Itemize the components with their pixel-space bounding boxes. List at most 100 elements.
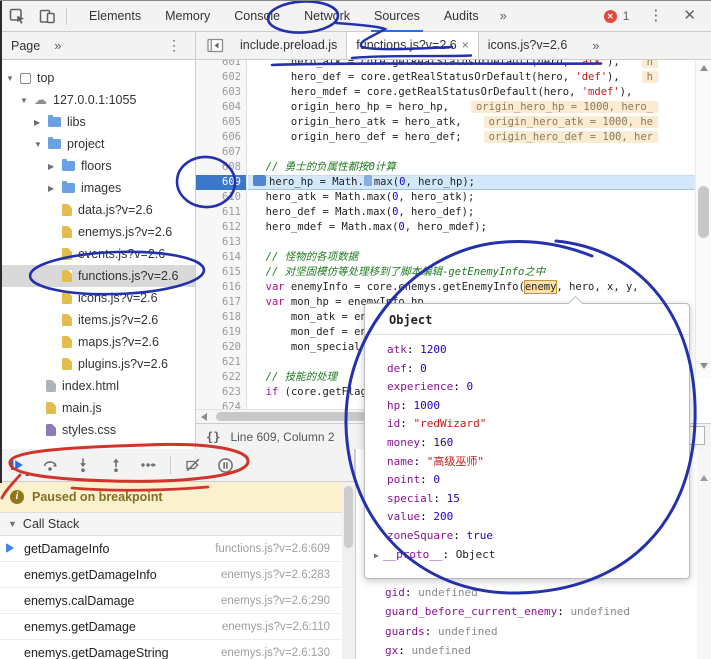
line-number[interactable]: 606 — [196, 130, 246, 145]
line-number[interactable]: 602 — [196, 70, 246, 85]
customize-menu-button[interactable]: ⋮ — [639, 1, 672, 31]
line-number[interactable]: 608 — [196, 160, 246, 175]
expand-arrow-icon[interactable]: ▶ — [374, 551, 379, 560]
inspect-element-button[interactable] — [4, 5, 30, 27]
collapse-arrow-icon[interactable]: ▼ — [8, 519, 17, 529]
object-property[interactable]: id: "redWizard" — [387, 415, 689, 434]
object-property[interactable]: name: "高级巫师" — [387, 453, 689, 472]
tree-item-top[interactable]: ▼top — [0, 67, 195, 89]
navigator-more-tabs-button[interactable]: » — [40, 38, 61, 53]
editor-more-tabs-button[interactable]: » — [576, 38, 599, 53]
tree-item-main.js[interactable]: main.js — [0, 397, 195, 419]
hovered-variable[interactable]: enemy — [525, 281, 557, 293]
tree-item-maps.js?v=2.6[interactable]: maps.js?v=2.6 — [0, 331, 195, 353]
close-devtools-button[interactable]: ✕ — [674, 1, 705, 31]
panel-tab-sources[interactable]: Sources — [362, 1, 432, 32]
line-number[interactable]: 620 — [196, 340, 246, 355]
line-number[interactable]: 611 — [196, 205, 246, 220]
line-number[interactable]: 616 — [196, 280, 246, 295]
object-property[interactable]: value: 200 — [387, 508, 689, 527]
line-number[interactable]: 622 — [196, 370, 246, 385]
object-property[interactable]: def: 0 — [387, 360, 689, 379]
expanded-arrow-icon[interactable]: ▼ — [6, 74, 20, 83]
scroll-down-arrow-icon[interactable] — [700, 363, 708, 369]
scope-property[interactable]: gx: undefined — [385, 641, 697, 659]
device-toolbar-button[interactable] — [34, 5, 60, 27]
collapsed-arrow-icon[interactable]: ▶ — [34, 118, 48, 127]
horizontal-scroll-thumb[interactable] — [216, 412, 366, 421]
expanded-arrow-icon[interactable]: ▼ — [34, 140, 48, 149]
call-stack-frame[interactable]: enemys.calDamageenemys.js?v=2.6:290 — [0, 588, 342, 614]
expanded-arrow-icon[interactable]: ▼ — [20, 96, 34, 105]
tree-item-plugins.js?v=2.6[interactable]: plugins.js?v=2.6 — [0, 353, 195, 375]
line-number[interactable]: 601 — [196, 60, 246, 70]
call-stack-frame[interactable]: enemys.getDamageInfoenemys.js?v=2.6:283 — [0, 562, 342, 588]
tree-item-floors[interactable]: ▶floors — [0, 155, 195, 177]
call-stack-frame[interactable]: getDamageInfofunctions.js?v=2.6:609 — [0, 536, 342, 562]
tree-item-project[interactable]: ▼project — [0, 133, 195, 155]
step-button[interactable] — [132, 452, 165, 478]
tree-item-enemys.js?v=2.6[interactable]: enemys.js?v=2.6 — [0, 221, 195, 243]
tree-item-items.js?v=2.6[interactable]: items.js?v=2.6 — [0, 309, 195, 331]
navigator-menu-button[interactable]: ⋮ — [167, 37, 195, 54]
panel-tab-audits[interactable]: Audits — [432, 1, 491, 32]
line-number[interactable]: 605 — [196, 115, 246, 130]
vertical-scroll-thumb[interactable] — [698, 186, 709, 238]
line-number[interactable]: 623 — [196, 385, 246, 400]
line-number[interactable]: 618 — [196, 310, 246, 325]
panel-tab-network[interactable]: Network — [292, 1, 362, 32]
scope-scrollbar[interactable] — [697, 449, 711, 659]
object-property[interactable]: atk: 1200 — [387, 341, 689, 360]
navigator-tab-page[interactable]: Page — [0, 39, 40, 53]
sidebar-scroll-thumb[interactable] — [344, 486, 353, 548]
object-property[interactable]: experience: 0 — [387, 378, 689, 397]
panel-tab-elements[interactable]: Elements — [77, 1, 153, 32]
close-tab-icon[interactable]: × — [462, 32, 469, 59]
error-badge-icon[interactable] — [604, 10, 617, 23]
call-stack-frame[interactable]: enemys.getDamageStringenemys.js?v=2.6:13… — [0, 640, 342, 659]
scroll-left-arrow-icon[interactable] — [201, 413, 207, 421]
step-into-button[interactable] — [66, 452, 99, 478]
line-number[interactable]: 607 — [196, 145, 246, 160]
line-number[interactable]: 610 — [196, 190, 246, 205]
tree-item-libs[interactable]: ▶libs — [0, 111, 195, 133]
line-number[interactable]: 613 — [196, 235, 246, 250]
object-property[interactable]: hp: 1000 — [387, 397, 689, 416]
line-number[interactable]: 615 — [196, 265, 246, 280]
sidebar-scrollbar[interactable] — [342, 482, 355, 659]
object-property[interactable]: ▶__proto__: Object — [387, 546, 689, 566]
step-out-button[interactable] — [99, 452, 132, 478]
tree-item-images[interactable]: ▶images — [0, 177, 195, 199]
line-number[interactable]: 604 — [196, 100, 246, 115]
scope-property[interactable]: guards: undefined — [385, 622, 697, 642]
resume-button[interactable] — [0, 452, 33, 478]
editor-tab-include.preload.js[interactable]: include.preload.js — [231, 32, 346, 59]
tree-item-functions.js?v=2.6[interactable]: functions.js?v=2.6 — [0, 265, 195, 287]
more-panels-button[interactable]: » — [491, 1, 516, 31]
line-number[interactable]: 614 — [196, 250, 246, 265]
object-property[interactable]: special: 15 — [387, 490, 689, 509]
line-number[interactable]: 617 — [196, 295, 246, 310]
line-number[interactable]: 603 — [196, 85, 246, 100]
pretty-print-button[interactable]: {} — [206, 430, 220, 444]
pause-on-exceptions-button[interactable] — [209, 452, 242, 478]
scope-property[interactable]: guard_before_current_enemy: undefined — [385, 602, 697, 622]
line-number[interactable]: 619 — [196, 325, 246, 340]
panel-tab-console[interactable]: Console — [222, 1, 292, 32]
tree-item-events.js?v=2.6[interactable]: events.js?v=2.6 — [0, 243, 195, 265]
tree-item-127.0.0.1:1055[interactable]: ▼☁127.0.0.1:1055 — [0, 89, 195, 111]
call-stack-header[interactable]: ▼ Call Stack — [0, 512, 342, 536]
tree-item-index.html[interactable]: index.html — [0, 375, 195, 397]
toggle-navigator-button[interactable] — [203, 36, 227, 56]
editor-tab-icons.js?v=2.6[interactable]: icons.js?v=2.6 — [479, 32, 577, 59]
collapsed-arrow-icon[interactable]: ▶ — [48, 162, 62, 171]
scroll-up-arrow-icon[interactable] — [700, 65, 708, 71]
scope-scroll-up-icon[interactable] — [700, 475, 708, 481]
editor-tab-functions.js?v=2.6[interactable]: functions.js?v=2.6× — [346, 32, 478, 59]
line-number[interactable]: 609 — [196, 175, 246, 190]
scope-property[interactable]: gid: undefined — [385, 583, 697, 603]
line-number-gutter[interactable]: 6016026036046056066076086096106116126136… — [196, 60, 247, 409]
collapsed-arrow-icon[interactable]: ▶ — [48, 184, 62, 193]
deactivate-breakpoints-button[interactable] — [176, 452, 209, 478]
panel-tab-memory[interactable]: Memory — [153, 1, 222, 32]
